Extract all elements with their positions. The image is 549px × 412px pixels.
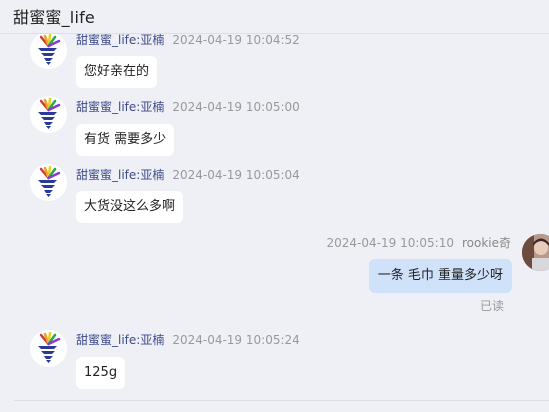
user-avatar-icon[interactable] [522, 234, 549, 271]
seller-avatar-icon[interactable] [30, 164, 67, 201]
message-meta: 甜蜜蜜_life:亚楠 2024-04-19 10:04:52 [76, 34, 300, 47]
sender-name: rookie奇 [461, 236, 511, 250]
chat-title: 甜蜜蜜_life [13, 8, 95, 27]
message-bubble[interactable]: 125g [76, 357, 126, 389]
message-time: 2024-04-19 10:05:04 [172, 168, 300, 182]
sender-name: 甜蜜蜜_life:亚楠 [76, 333, 165, 347]
message-list[interactable]: 甜蜜蜜_life:亚楠 2024-04-19 10:04:52 您好亲在的 甜蜜蜜… [0, 34, 549, 400]
sender-name: 甜蜜蜜_life:亚楠 [76, 34, 165, 47]
message-time: 2024-04-19 10:05:10 [326, 236, 454, 250]
message-bubble[interactable]: 您好亲在的 [76, 56, 158, 88]
message-time: 2024-04-19 10:05:24 [172, 333, 300, 347]
read-status: 已读 [479, 299, 504, 313]
message-bubble[interactable]: 一条 毛巾 重量多少呀 [368, 259, 512, 293]
message-bubble[interactable]: 有货 需要多少 [76, 124, 175, 156]
sender-name: 甜蜜蜜_life:亚楠 [76, 168, 165, 182]
message-meta: 2024-04-19 10:05:10 rookie奇 [327, 236, 511, 250]
message-meta: 甜蜜蜜_life:亚楠 2024-04-19 10:05:04 [76, 168, 300, 182]
divider [14, 400, 549, 401]
message-time: 2024-04-19 10:04:52 [172, 34, 300, 47]
seller-avatar-icon[interactable] [30, 96, 67, 133]
message-meta: 甜蜜蜜_life:亚楠 2024-04-19 10:05:24 [76, 333, 300, 347]
chat-header: 甜蜜蜜_life [0, 0, 549, 34]
seller-avatar-icon[interactable] [30, 330, 67, 367]
message-time: 2024-04-19 10:05:00 [172, 100, 300, 114]
sender-name: 甜蜜蜜_life:亚楠 [76, 100, 165, 114]
message-meta: 甜蜜蜜_life:亚楠 2024-04-19 10:05:00 [76, 100, 300, 114]
seller-avatar-icon[interactable] [30, 34, 67, 69]
message-bubble[interactable]: 大货没这么多啊 [76, 191, 184, 223]
